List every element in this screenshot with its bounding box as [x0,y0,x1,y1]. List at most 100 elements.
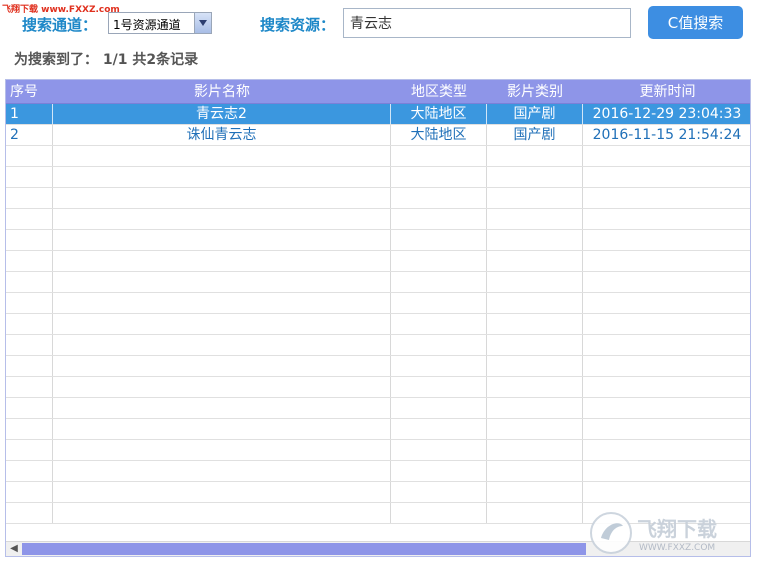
empty-table-row [6,251,750,272]
empty-cell [6,503,53,523]
empty-cell [487,230,583,250]
empty-cell [391,314,487,334]
channel-select-value: 1号资源通道 [113,18,181,32]
result-summary: 为搜索到了： 1/1 共2条记录 [14,52,199,68]
empty-cell [391,419,487,439]
empty-table-row [6,419,750,440]
empty-cell [487,251,583,271]
empty-cell [391,503,487,523]
empty-cell [487,461,583,481]
empty-cell [583,251,750,271]
source-label: 搜索资源： [260,16,336,34]
channel-select[interactable]: 1号资源通道 [108,12,212,34]
empty-cell [583,314,750,334]
empty-cell [53,377,391,397]
empty-cell [391,482,487,502]
column-header-updated[interactable]: 更新时间 [583,80,750,103]
empty-cell [391,293,487,313]
empty-cell [6,398,53,418]
empty-cell [53,272,391,292]
results-grid: 序号 影片名称 地区类型 影片类别 更新时间 1 青云志2 大陆地区 国产剧 2… [5,79,751,557]
empty-cell [487,314,583,334]
empty-cell [53,146,391,166]
search-input[interactable] [343,8,631,38]
empty-cell [6,167,53,187]
empty-table-row [6,188,750,209]
column-header-category[interactable]: 影片类别 [487,80,583,103]
empty-cell [6,314,53,334]
empty-cell [53,230,391,250]
empty-cell [6,419,53,439]
empty-cell [53,251,391,271]
cell-title: 诛仙青云志 [53,125,391,145]
column-header-region[interactable]: 地区类型 [391,80,487,103]
empty-table-row [6,482,750,503]
empty-cell [583,377,750,397]
empty-cell [391,167,487,187]
channel-label: 搜索通道： [22,16,98,34]
empty-cell [53,335,391,355]
column-header-title[interactable]: 影片名称 [53,80,391,103]
watermark-logo-url: WWW.FXXZ.COM [639,543,715,553]
empty-cell [53,356,391,376]
empty-cell [6,188,53,208]
empty-cell [6,461,53,481]
table-row[interactable]: 1 青云志2 大陆地区 国产剧 2016-12-29 23:04:33 [6,104,750,125]
empty-table-row [6,440,750,461]
empty-cell [6,209,53,229]
empty-cell [391,272,487,292]
empty-cell [53,188,391,208]
empty-table-row [6,209,750,230]
empty-cell [487,272,583,292]
empty-cell [487,335,583,355]
empty-cell [583,398,750,418]
cell-region: 大陆地区 [391,125,487,145]
empty-cell [583,209,750,229]
empty-cell [487,167,583,187]
empty-cell [391,230,487,250]
empty-table-row [6,314,750,335]
empty-cell [487,146,583,166]
cell-index: 1 [6,104,53,124]
empty-cell [583,188,750,208]
empty-cell [6,377,53,397]
column-header-index[interactable]: 序号 [6,80,53,103]
watermark-logo: 飞翔下载 WWW.FXXZ.COM [590,512,717,554]
cell-category: 国产剧 [487,104,583,124]
empty-cell [391,440,487,460]
empty-cell [391,335,487,355]
empty-cell [583,461,750,481]
empty-cell [391,398,487,418]
empty-cell [583,230,750,250]
empty-cell [53,419,391,439]
empty-cell [583,440,750,460]
empty-cell [6,251,53,271]
empty-cell [391,146,487,166]
scroll-left-icon[interactable]: ◀ [8,543,20,555]
empty-cell [487,398,583,418]
empty-cell [487,293,583,313]
empty-cell [583,167,750,187]
empty-cell [6,335,53,355]
empty-cell [583,356,750,376]
empty-cell [487,209,583,229]
empty-cell [53,482,391,502]
empty-cell [6,356,53,376]
cell-updated: 2016-12-29 23:04:33 [583,104,750,124]
cell-updated: 2016-11-15 21:54:24 [583,125,750,145]
empty-cell [487,440,583,460]
scrollbar-thumb[interactable] [22,543,586,555]
empty-table-row [6,356,750,377]
empty-cell [391,461,487,481]
chevron-down-icon[interactable] [194,13,211,33]
watermark-logo-title: 飞翔下载 [637,517,717,541]
cell-title: 青云志2 [53,104,391,124]
empty-cell [583,146,750,166]
empty-cell [391,209,487,229]
empty-cell [53,398,391,418]
empty-cell [487,188,583,208]
empty-cell [487,482,583,502]
search-button[interactable]: C值搜索 [648,6,743,39]
empty-cell [6,146,53,166]
table-row[interactable]: 2 诛仙青云志 大陆地区 国产剧 2016-11-15 21:54:24 [6,125,750,146]
